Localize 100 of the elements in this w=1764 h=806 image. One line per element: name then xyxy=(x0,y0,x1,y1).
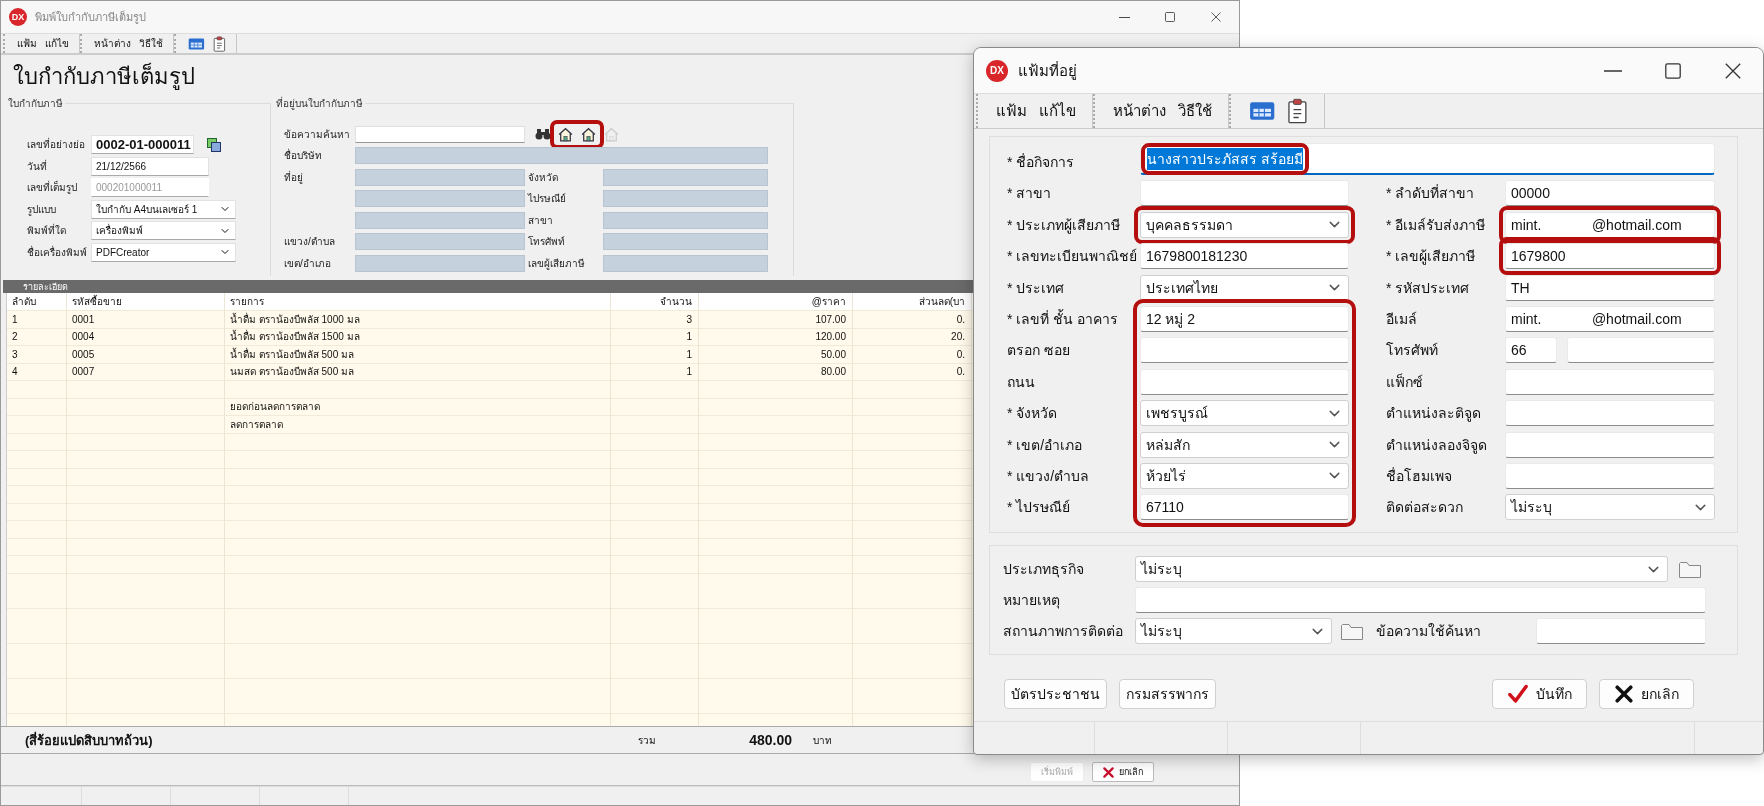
dropdown[interactable]: เครื่องพิมพ์ xyxy=(91,221,236,240)
field-label: * อีเมล์รับส่งภาษี xyxy=(1386,215,1487,235)
table-cell: 0005 xyxy=(67,346,225,364)
close-icon[interactable] xyxy=(1725,62,1741,79)
input-field[interactable] xyxy=(1505,462,1715,489)
table-cell: 3 xyxy=(611,311,699,329)
field-label: แขวง/ตำบล xyxy=(284,235,336,249)
field-label: สาขา xyxy=(528,213,554,228)
field-label: * ประเภทผู้เสียภาษี xyxy=(1007,215,1122,236)
field-label: * เขต/อำเภอ xyxy=(1007,435,1084,455)
menu-item[interactable]: แฟ้ม xyxy=(996,99,1027,123)
cancel-button[interactable]: ยกเลิก xyxy=(1092,762,1154,782)
input-field[interactable]: 0002-01-000011 xyxy=(91,135,194,154)
menu-item[interactable]: แก้ไข xyxy=(1039,99,1076,123)
field-label: จังหวัด xyxy=(528,170,559,185)
field-label: * เลขที่ ชั้น อาคาร xyxy=(1007,308,1120,329)
button[interactable]: กรมสรรพากร xyxy=(1119,679,1216,710)
dropdown[interactable]: ประเทศไทย xyxy=(1140,274,1349,301)
folder-icon[interactable] xyxy=(1678,559,1702,580)
input-field[interactable]: 67110 xyxy=(1140,494,1349,521)
input-field[interactable]: 00000 xyxy=(1505,180,1715,207)
field-label: เลขผู้เสียภาษี xyxy=(528,256,586,271)
input-field[interactable]: 12 หมู่ 2 xyxy=(1140,305,1349,332)
window-title: พิมพ์ใบกำกับภาษีเต็มรูป xyxy=(35,9,146,26)
binoculars-icon[interactable] xyxy=(535,128,551,140)
field-label: วันที่ xyxy=(27,158,48,174)
folder-icon[interactable] xyxy=(1340,621,1364,642)
input-field[interactable] xyxy=(1140,180,1349,207)
copy-icon[interactable] xyxy=(206,136,222,153)
house-icon[interactable] xyxy=(580,125,597,143)
field-label: พิมพ์ที่ใด xyxy=(27,223,67,238)
input-field[interactable]: TH xyxy=(1505,274,1715,301)
menu-item[interactable]: แก้ไข xyxy=(45,36,69,51)
search-field[interactable] xyxy=(355,125,525,143)
table-cell: 1 xyxy=(611,346,699,364)
page-heading: ใบกำกับภาษีเต็มรูป xyxy=(13,61,195,92)
total-label: รวม xyxy=(638,733,657,748)
dropdown[interactable]: ไม่ระบุ xyxy=(1135,618,1332,645)
field-label: ชื่อโฮมเพจ xyxy=(1386,466,1453,486)
dropdown[interactable]: ห้วยไร่ xyxy=(1140,462,1349,489)
input-field[interactable] xyxy=(1536,618,1706,645)
dropdown[interactable]: บุคคลธรรมดา xyxy=(1140,211,1349,238)
highlight-box: นางสาวประภัสสร สร้อยมี xyxy=(1141,142,1309,175)
menu-item[interactable]: หน้าต่าง xyxy=(94,36,131,51)
input-field[interactable] xyxy=(1140,337,1349,364)
dropdown[interactable]: เพชรบูรณ์ xyxy=(1140,400,1349,427)
app-logo: DX xyxy=(986,59,1008,82)
field-label: โทรศัพท์ xyxy=(528,235,566,249)
input-field[interactable]: นางสาวประภัสสร สร้อยมี xyxy=(1140,143,1715,175)
house-icon[interactable] xyxy=(603,125,620,143)
field-label: * รหัสประเทศ xyxy=(1386,278,1471,298)
spreadsheet-icon[interactable] xyxy=(188,36,205,51)
dropdown[interactable]: หล่มสัก xyxy=(1140,431,1349,458)
cancel-button[interactable]: ยกเลิก xyxy=(1599,679,1694,710)
field-label: เลขที่เต็มรูป xyxy=(27,180,78,195)
input-field[interactable] xyxy=(1505,368,1715,395)
input-field[interactable] xyxy=(1505,431,1715,458)
field-label: * ชื่อกิจการ xyxy=(1007,152,1076,172)
dropdown[interactable]: PDFCreator xyxy=(91,242,236,262)
dropdown[interactable]: ไม่ระบุ xyxy=(1135,556,1668,583)
input-field[interactable]: mint. @hotmail.com xyxy=(1505,305,1715,332)
input-field[interactable] xyxy=(1505,400,1715,427)
maximize-icon[interactable] xyxy=(1165,12,1175,22)
menu-item[interactable]: วิธีใช้ xyxy=(1178,99,1212,123)
field-label: * สาขา xyxy=(1007,184,1053,204)
close-icon[interactable] xyxy=(1211,12,1221,22)
maximize-icon[interactable] xyxy=(1665,62,1681,79)
dropdown[interactable]: ใบกำกับ A4บนเลเซอร์ 1 xyxy=(91,199,236,219)
field-label: ชื่อเครื่องพิมพ์ xyxy=(27,244,88,260)
field-label: ข้อความใช้ค้นหา xyxy=(1376,622,1482,642)
total-value: 480.00 xyxy=(748,732,792,748)
amount-in-words: (สี่ร้อยแปดสิบบาทถ้วน) xyxy=(25,730,154,750)
input-field[interactable]: 21/12/2566 xyxy=(91,156,209,176)
house-icon[interactable] xyxy=(557,125,574,143)
save-button[interactable]: บันทึก xyxy=(1492,679,1587,710)
app-logo: DX xyxy=(9,8,27,26)
field-label: * ไปรษณีย์ xyxy=(1007,498,1072,518)
table-cell: ลดการตลาด xyxy=(225,416,611,434)
spreadsheet-icon[interactable] xyxy=(1249,100,1276,122)
field-label: รูปแบบ xyxy=(27,202,57,217)
field-label: ชื่อบริษัท xyxy=(284,148,323,163)
window-title: แฟ้มที่อยู่ xyxy=(1018,60,1077,82)
button[interactable]: บัตรประชาชน xyxy=(1004,679,1107,710)
table-cell xyxy=(7,381,67,399)
input-field[interactable] xyxy=(1135,587,1706,614)
menu-item[interactable]: หน้าต่าง xyxy=(1113,99,1166,123)
input-field[interactable] xyxy=(1567,337,1715,364)
field-label: ไปรษณีย์ xyxy=(528,192,567,206)
input-field[interactable]: 1679800 xyxy=(1505,243,1715,270)
field-label: * แขวง/ตำบล xyxy=(1007,466,1091,486)
menu-item[interactable]: วิธีใช้ xyxy=(139,36,163,51)
table-cell: 0. xyxy=(853,346,972,364)
clipboard-icon[interactable] xyxy=(1287,98,1309,124)
cross-icon xyxy=(1103,766,1114,778)
input-field[interactable]: 1679800181230 xyxy=(1140,243,1349,270)
input-field[interactable] xyxy=(1140,368,1349,395)
dropdown[interactable]: ไม่ระบุ xyxy=(1505,494,1715,521)
input-field[interactable]: 66 xyxy=(1505,337,1557,364)
menu-item[interactable]: แฟ้ม xyxy=(17,36,37,51)
clipboard-icon[interactable] xyxy=(212,35,226,52)
